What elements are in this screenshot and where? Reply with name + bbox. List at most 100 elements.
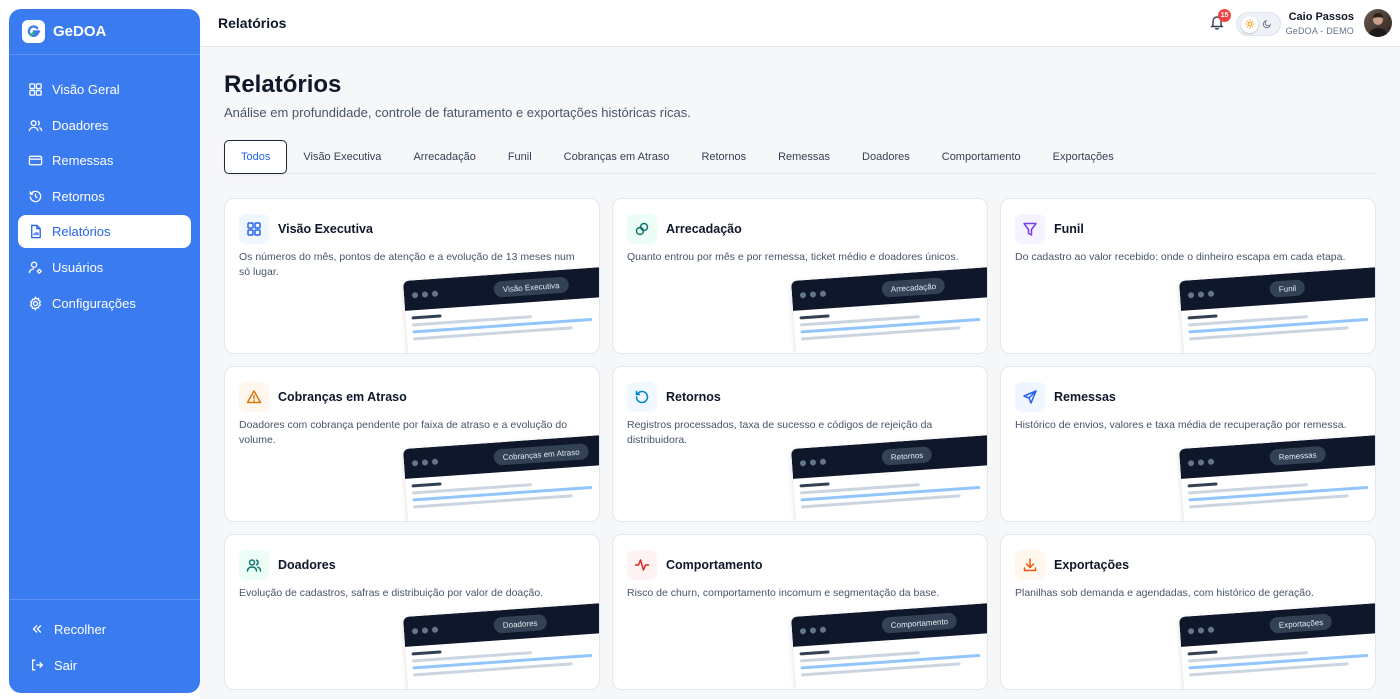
- card-preview-thumbnail: Funil: [1179, 266, 1375, 353]
- brand[interactable]: GeDOA: [9, 9, 200, 55]
- brand-logo-icon: [22, 20, 45, 43]
- tab-cobrancas-em-atraso[interactable]: Cobranças em Atraso: [548, 140, 686, 174]
- grid-icon: [239, 214, 269, 244]
- card-description: Risco de churn, comportamento incomum e …: [627, 587, 940, 599]
- preview-label: Doadores: [493, 614, 547, 634]
- activity-icon: [627, 550, 657, 580]
- report-card-remessas[interactable]: Remessas Histórico de envios, valores e …: [1000, 366, 1376, 522]
- card-title: Remessas: [1054, 390, 1116, 404]
- tab-todos[interactable]: Todos: [224, 140, 288, 174]
- card-title: Comportamento: [666, 558, 763, 572]
- card-title: Retornos: [666, 390, 721, 404]
- brand-name: GeDOA: [53, 23, 107, 40]
- sidebar-item-doadores[interactable]: Doadores: [18, 109, 191, 142]
- sidebar-nav: Visão Geral Doadores Remessas Retornos R…: [18, 73, 191, 322]
- sun-icon: [1241, 15, 1258, 33]
- user-cog-icon: [28, 261, 42, 274]
- sidebar-item-label: Usuários: [52, 259, 104, 275]
- report-card-arrecadacao[interactable]: Arrecadação Quanto entrou por mês e por …: [612, 198, 988, 354]
- report-card-funil[interactable]: Funil Do cadastro ao valor recebido: ond…: [1000, 198, 1376, 354]
- card-preview-thumbnail: Arrecadação: [791, 266, 987, 353]
- sidebar-item-remessas[interactable]: Remessas: [18, 144, 191, 177]
- collapse-button[interactable]: Recolher: [18, 612, 191, 646]
- preview-label: Comportamento: [881, 612, 958, 634]
- card-preview-thumbnail: Cobranças em Atraso: [403, 434, 599, 521]
- tab-funil[interactable]: Funil: [492, 140, 548, 174]
- preview-label: Remessas: [1269, 445, 1327, 466]
- card-description: Do cadastro ao valor recebido: onde o di…: [1015, 251, 1346, 263]
- tab-exportacoes[interactable]: Exportações: [1037, 140, 1130, 174]
- avatar[interactable]: [1364, 9, 1392, 37]
- card-title: Funil: [1054, 222, 1084, 236]
- page-subtitle: Análise em profundidade, controle de fat…: [224, 105, 691, 120]
- card-title: Cobranças em Atraso: [278, 390, 407, 404]
- tab-remessas[interactable]: Remessas: [762, 140, 846, 174]
- preview-label: Funil: [1269, 279, 1306, 298]
- report-card-doadores[interactable]: Doadores Evolução de cadastros, safras e…: [224, 534, 600, 690]
- preview-label: Exportações: [1269, 613, 1333, 634]
- card-preview-thumbnail: Exportações: [1179, 602, 1375, 689]
- notification-badge: 15: [1218, 9, 1231, 22]
- sidebar-item-relatorios[interactable]: Relatórios: [18, 215, 191, 249]
- report-card-comportamento[interactable]: Comportamento Risco de churn, comportame…: [612, 534, 988, 690]
- coins-icon: [627, 214, 657, 244]
- topbar-title: Relatórios: [218, 15, 287, 31]
- tab-comportamento[interactable]: Comportamento: [926, 140, 1037, 174]
- grid-icon: [29, 83, 42, 96]
- sidebar-item-configuracoes[interactable]: Configurações: [18, 287, 191, 320]
- report-card-cobrancas-em-atraso[interactable]: Cobranças em Atraso Doadores com cobranç…: [224, 366, 600, 522]
- history-icon: [29, 190, 42, 203]
- card-preview-thumbnail: Visão Executiva: [403, 266, 599, 353]
- tab-arrecadacao[interactable]: Arrecadação: [397, 140, 491, 174]
- report-icon: [31, 225, 41, 239]
- preview-label: Arrecadação: [881, 277, 946, 298]
- card-preview-thumbnail: Remessas: [1179, 434, 1375, 521]
- card-description: Quanto entrou por mês e por remessa, tic…: [627, 251, 959, 263]
- sidebar-item-label: Retornos: [52, 188, 105, 204]
- gear-icon: [29, 295, 42, 311]
- sidebar-item-usuarios[interactable]: Usuários: [18, 251, 191, 284]
- history-icon: [627, 382, 657, 412]
- sidebar-item-label: Relatórios: [52, 224, 111, 240]
- report-card-exportacoes[interactable]: Exportações Planilhas sob demanda e agen…: [1000, 534, 1376, 690]
- logout-icon: [31, 659, 44, 671]
- logout-label: Sair: [54, 657, 78, 673]
- page-title: Relatórios: [224, 71, 342, 98]
- sidebar-item-label: Visão Geral: [52, 82, 120, 97]
- user-org: GeDOA - DEMO: [1285, 26, 1354, 36]
- topbar: Relatórios 15 Caio Passos GeDOA - DEMO: [200, 0, 1400, 47]
- sidebar-item-retornos[interactable]: Retornos: [18, 180, 191, 213]
- report-card-retornos[interactable]: Retornos Registros processados, taxa de …: [612, 366, 988, 522]
- card-title: Doadores: [278, 558, 336, 572]
- card-title: Arrecadação: [666, 222, 742, 236]
- theme-toggle[interactable]: [1236, 12, 1281, 36]
- tab-retornos[interactable]: Retornos: [685, 140, 762, 174]
- logout-button[interactable]: Sair: [18, 648, 191, 682]
- warning-icon: [239, 382, 269, 412]
- chevrons-left-icon: [32, 625, 42, 633]
- user-name: Caio Passos: [1288, 11, 1354, 23]
- tab-doadores[interactable]: Doadores: [846, 140, 926, 174]
- send-icon: [1015, 382, 1045, 412]
- sidebar: GeDOA Visão Geral Doadores Remessas Reto…: [9, 9, 200, 693]
- card-title: Exportações: [1054, 558, 1130, 572]
- card-description: Planilhas sob demanda e agendadas, com h…: [1015, 587, 1314, 599]
- download-icon: [1015, 550, 1045, 580]
- card-preview-thumbnail: Doadores: [403, 602, 599, 689]
- funnel-icon: [1015, 214, 1045, 244]
- moon-icon: [1262, 20, 1271, 29]
- sidebar-item-label: Remessas: [52, 153, 114, 169]
- card-title: Visão Executiva: [278, 222, 373, 236]
- preview-label: Visão Executiva: [493, 276, 569, 298]
- users-icon: [239, 550, 269, 580]
- tab-visao-executiva[interactable]: Visão Executiva: [287, 140, 397, 174]
- report-card-visao-executiva[interactable]: Visão Executiva Os números do mês, ponto…: [224, 198, 600, 354]
- sidebar-footer: Recolher Sair: [9, 599, 200, 684]
- card-preview-thumbnail: Comportamento: [791, 602, 987, 689]
- sidebar-item-visao-geral[interactable]: Visão Geral: [18, 73, 191, 106]
- main-content: Relatórios Análise em profundidade, cont…: [200, 47, 1400, 699]
- card-description: Evolução de cadastros, safras e distribu…: [239, 587, 544, 599]
- preview-label: Cobranças em Atraso: [493, 443, 590, 466]
- card-preview-thumbnail: Retornos: [791, 434, 987, 521]
- report-tabs: Todos Visão Executiva Arrecadação Funil …: [224, 140, 1376, 174]
